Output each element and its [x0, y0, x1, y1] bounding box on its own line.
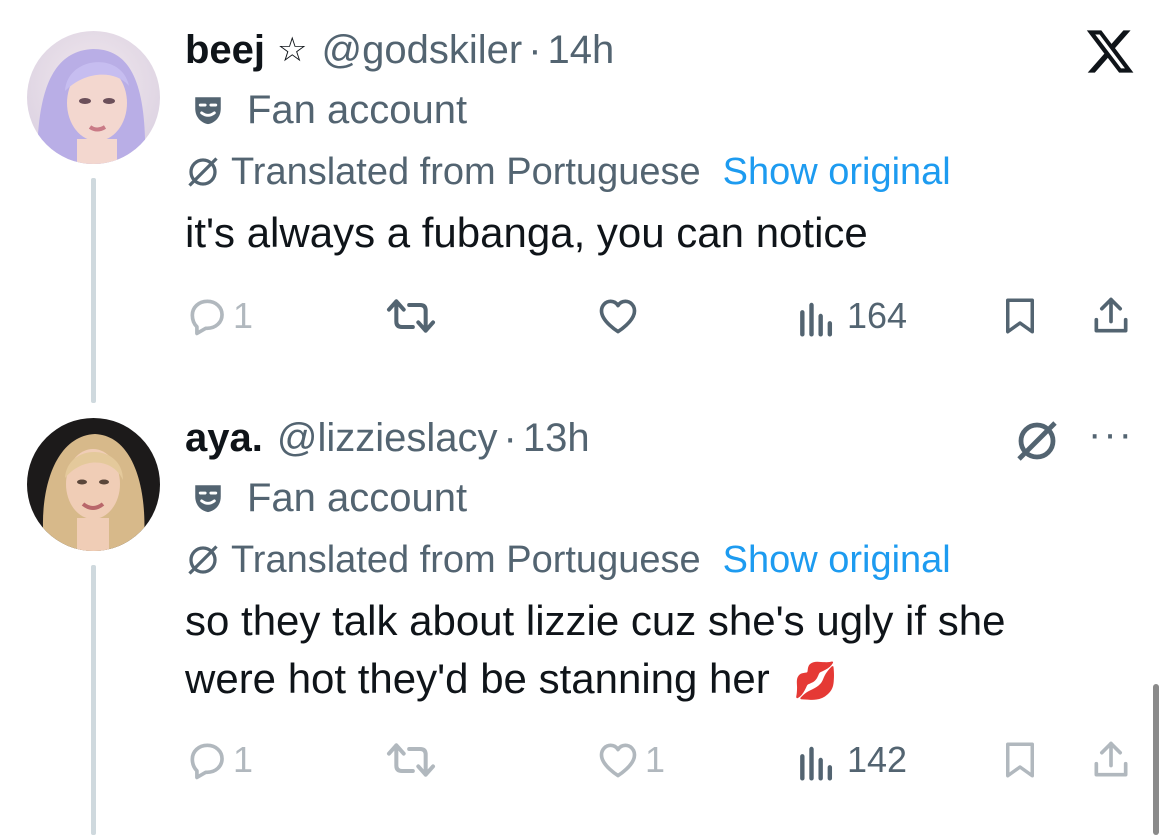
repost-icon — [386, 299, 436, 333]
like-icon — [599, 743, 637, 778]
avatar[interactable] — [27, 31, 160, 164]
tweet-text-segment: were hot they'd be stanning her — [185, 655, 770, 702]
tweet-1[interactable]: beej ☆ @godskiler · 14h Fan account Tran… — [0, 0, 1170, 403]
avatar[interactable] — [27, 418, 160, 551]
reply-button[interactable]: 1 — [185, 730, 253, 790]
show-original-link[interactable]: Show original — [723, 539, 951, 582]
like-icon — [599, 299, 637, 334]
timestamp[interactable]: 13h — [523, 416, 590, 461]
tweet-text: it's always a fubanga, you can notice — [185, 209, 868, 256]
theater-mask-icon — [195, 97, 221, 125]
fan-account-text: Fan account — [247, 475, 468, 520]
fan-account-text: Fan account — [247, 87, 468, 132]
translate-icon — [188, 157, 218, 187]
separator-dot: · — [528, 27, 542, 72]
thread-line — [91, 565, 96, 835]
bookmark-icon — [1006, 742, 1034, 778]
reply-count: 1 — [233, 739, 254, 780]
kiss-emoji: 💋 — [793, 660, 839, 701]
tweet-text: so they talk about lizzie cuz she's ugly… — [185, 592, 1140, 710]
timestamp[interactable]: 14h — [548, 28, 615, 73]
tweet-text-line: so they talk about lizzie cuz she's ugly… — [185, 597, 1006, 644]
share-button[interactable] — [1089, 730, 1133, 790]
views-icon — [800, 302, 833, 337]
handle[interactable]: @godskiler — [322, 28, 523, 73]
display-name[interactable]: aya. — [185, 416, 263, 461]
action-bar: 1 1 142 — [185, 730, 1140, 790]
views-button[interactable]: 164 — [797, 286, 907, 346]
share-icon — [1094, 741, 1128, 777]
translation-row: Translated from Portuguese Show original — [185, 530, 1140, 590]
translate-icon — [188, 545, 218, 575]
share-button[interactable] — [1089, 286, 1133, 346]
repost-button[interactable] — [385, 730, 437, 790]
repost-icon — [386, 743, 436, 777]
separator-dot: · — [503, 415, 517, 460]
translation-note: Translated from Portuguese — [231, 150, 701, 193]
tweet-header: beej ☆ @godskiler · 14h — [185, 20, 1140, 80]
reply-icon — [190, 299, 224, 336]
translation-row: Translated from Portuguese Show original — [185, 142, 1140, 202]
like-button[interactable]: 1 — [595, 730, 665, 790]
share-icon — [1094, 297, 1128, 333]
star-badge-icon: ☆ — [277, 31, 308, 69]
scrollbar[interactable] — [1153, 684, 1159, 835]
bookmark-button[interactable] — [999, 730, 1041, 790]
display-name[interactable]: beej — [185, 28, 265, 73]
fan-account-label: Fan account — [185, 80, 1140, 140]
like-button[interactable] — [595, 286, 641, 346]
views-icon — [800, 746, 833, 781]
handle[interactable]: @lizzieslacy — [277, 416, 498, 461]
fan-account-label: Fan account — [185, 468, 1140, 528]
view-count: 142 — [847, 739, 908, 780]
thread-line — [91, 178, 96, 403]
bookmark-button[interactable] — [999, 286, 1041, 346]
reply-icon — [190, 743, 224, 780]
translation-note: Translated from Portuguese — [231, 538, 701, 581]
tweet-header: aya. @lizzieslacy · 13h — [185, 408, 1140, 468]
view-count: 164 — [847, 295, 908, 336]
theater-mask-icon — [195, 485, 221, 513]
like-count: 1 — [645, 739, 666, 780]
action-bar: 1 164 — [185, 286, 1140, 346]
repost-button[interactable] — [385, 286, 437, 346]
reply-button[interactable]: 1 — [185, 286, 253, 346]
reply-count: 1 — [233, 295, 254, 336]
tweet-2[interactable]: ··· aya. @lizzieslacy · 13h Fan account … — [0, 400, 1170, 835]
show-original-link[interactable]: Show original — [723, 151, 951, 194]
views-button[interactable]: 142 — [797, 730, 907, 790]
bookmark-icon — [1006, 298, 1034, 334]
tweet-text-line: were hot they'd be stanning her 💋 — [185, 650, 1140, 710]
